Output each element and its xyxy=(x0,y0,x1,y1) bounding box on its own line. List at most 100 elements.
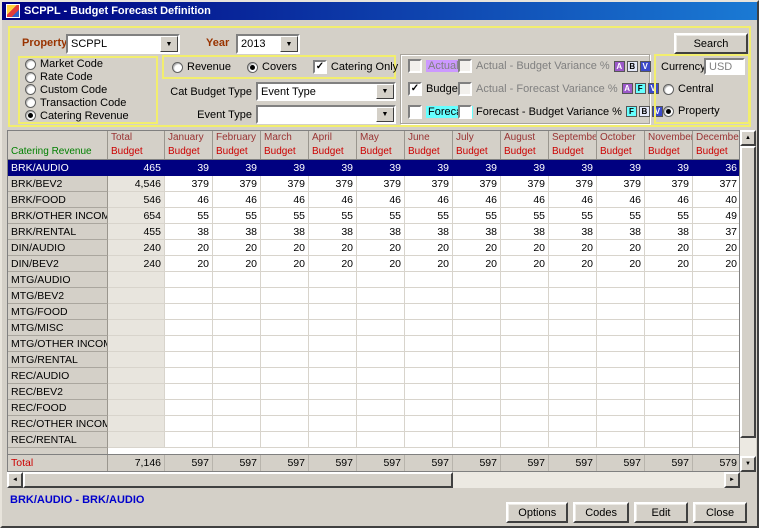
grid-cell[interactable]: 46 xyxy=(165,192,213,208)
grid-cell[interactable] xyxy=(405,304,453,320)
grid-row-mtg-food[interactable]: MTG/FOOD xyxy=(8,304,739,320)
grid-cell[interactable] xyxy=(357,304,405,320)
grid-cell[interactable] xyxy=(108,336,165,352)
row-header-mtg-rental[interactable]: MTG/RENTAL xyxy=(8,352,108,368)
row-header-rec-rental[interactable]: REC/RENTAL xyxy=(8,432,108,448)
grid-cell[interactable] xyxy=(165,416,213,432)
property-combo[interactable]: SCPPL ▼ xyxy=(66,34,180,54)
grid-row-mtg-other-income[interactable]: MTG/OTHER INCOME xyxy=(8,336,739,352)
grid-cell[interactable] xyxy=(261,336,309,352)
grid-cell[interactable]: 55 xyxy=(453,208,501,224)
grid-cell[interactable] xyxy=(501,272,549,288)
scroll-down-icon[interactable]: ▼ xyxy=(740,456,756,472)
grid-cell[interactable] xyxy=(549,336,597,352)
grid-cell[interactable]: 20 xyxy=(693,240,740,256)
grid-cell[interactable]: 39 xyxy=(261,160,309,176)
grid-cell[interactable] xyxy=(213,432,261,448)
row-header-din-audio[interactable]: DIN/AUDIO xyxy=(8,240,108,256)
series-budget-checkbox[interactable]: ✓ xyxy=(408,82,422,96)
scroll-up-icon[interactable]: ▲ xyxy=(740,130,756,146)
grid-cell[interactable]: 46 xyxy=(549,192,597,208)
grid-cell[interactable]: 46 xyxy=(213,192,261,208)
grid-cell[interactable]: 46 xyxy=(261,192,309,208)
grid-cell[interactable] xyxy=(453,304,501,320)
grid-cell[interactable] xyxy=(549,320,597,336)
grid-cell[interactable] xyxy=(357,272,405,288)
scope-radio-central-radio[interactable] xyxy=(663,84,674,95)
grid-cell[interactable] xyxy=(405,352,453,368)
grid-cell[interactable]: 39 xyxy=(453,160,501,176)
titlebar[interactable]: SCPPL - Budget Forecast Definition xyxy=(2,2,757,20)
grid-cell[interactable] xyxy=(453,336,501,352)
grid-cell[interactable]: 55 xyxy=(357,208,405,224)
property-dropdown-icon[interactable]: ▼ xyxy=(160,36,178,52)
grid-cell[interactable] xyxy=(453,368,501,384)
grid-cell[interactable] xyxy=(549,352,597,368)
code-radio-market-code[interactable]: Market Code xyxy=(25,58,151,70)
grid-cell[interactable] xyxy=(693,320,740,336)
vertical-scrollbar[interactable]: ▲ ▼ xyxy=(740,130,756,472)
grid-cell[interactable]: 240 xyxy=(108,256,165,272)
grid-cell[interactable] xyxy=(597,352,645,368)
grid-cell[interactable]: 46 xyxy=(405,192,453,208)
row-header-rec-other-income[interactable]: REC/OTHER INCOME xyxy=(8,416,108,432)
grid-cell[interactable]: 55 xyxy=(261,208,309,224)
grid-cell[interactable]: 546 xyxy=(108,192,165,208)
row-header-mtg-bev2[interactable]: MTG/BEV2 xyxy=(8,288,108,304)
grid-cell[interactable] xyxy=(261,368,309,384)
grid-cell[interactable] xyxy=(693,336,740,352)
grid-row-rec-audio[interactable]: REC/AUDIO xyxy=(8,368,739,384)
grid-cell[interactable] xyxy=(597,400,645,416)
grid-row-mtg-audio[interactable]: MTG/AUDIO xyxy=(8,272,739,288)
grid-cell[interactable] xyxy=(261,384,309,400)
grid-cell[interactable] xyxy=(693,384,740,400)
grid-cell[interactable] xyxy=(309,304,357,320)
grid-cell[interactable] xyxy=(645,432,693,448)
code-radio-catering-revenue[interactable]: Catering Revenue xyxy=(25,110,151,122)
row-header-brk-rental[interactable]: BRK/RENTAL xyxy=(8,224,108,240)
grid-cell[interactable]: 20 xyxy=(549,256,597,272)
grid-cell[interactable] xyxy=(357,432,405,448)
grid-cell[interactable]: 20 xyxy=(453,240,501,256)
options-button[interactable]: Options xyxy=(506,502,568,523)
grid-cell[interactable] xyxy=(453,272,501,288)
grid-cell[interactable] xyxy=(645,400,693,416)
grid-cell[interactable]: 46 xyxy=(501,192,549,208)
grid-cell[interactable]: 55 xyxy=(405,208,453,224)
grid-cell[interactable]: 39 xyxy=(645,160,693,176)
grid-cell[interactable] xyxy=(501,416,549,432)
cat-budget-type-combo[interactable]: Event Type ▼ xyxy=(256,82,396,101)
grid-cell[interactable] xyxy=(309,288,357,304)
grid-cell[interactable]: 38 xyxy=(357,224,405,240)
grid-cell[interactable] xyxy=(357,400,405,416)
grid-cell[interactable]: 20 xyxy=(261,240,309,256)
grid-row-rec-other-income[interactable]: REC/OTHER INCOME xyxy=(8,416,739,432)
grid-cell[interactable] xyxy=(453,352,501,368)
grid-cell[interactable] xyxy=(309,368,357,384)
grid-cell[interactable]: 39 xyxy=(213,160,261,176)
grid-cell[interactable] xyxy=(549,432,597,448)
grid-cell[interactable]: 20 xyxy=(645,240,693,256)
grid-cell[interactable] xyxy=(501,304,549,320)
grid-cell[interactable]: 465 xyxy=(108,160,165,176)
grid-cell[interactable] xyxy=(213,320,261,336)
view-radio-covers-radio[interactable] xyxy=(247,62,258,73)
grid-cell[interactable]: 39 xyxy=(501,160,549,176)
view-radio-covers[interactable]: Covers xyxy=(247,61,297,73)
row-header-mtg-audio[interactable]: MTG/AUDIO xyxy=(8,272,108,288)
grid-row-rec-rental[interactable]: REC/RENTAL xyxy=(8,432,739,448)
grid-cell[interactable] xyxy=(261,304,309,320)
vertical-scroll-thumb[interactable] xyxy=(740,146,756,438)
grid-cell[interactable]: 20 xyxy=(597,240,645,256)
grid-cell[interactable]: 379 xyxy=(453,176,501,192)
grid-cell[interactable] xyxy=(405,432,453,448)
grid-cell[interactable] xyxy=(261,352,309,368)
grid-cell[interactable] xyxy=(645,416,693,432)
grid-cell[interactable]: 379 xyxy=(165,176,213,192)
grid-cell[interactable] xyxy=(549,368,597,384)
grid-cell[interactable] xyxy=(549,416,597,432)
code-radio-custom-code[interactable]: Custom Code xyxy=(25,84,151,96)
grid-cell[interactable]: 20 xyxy=(549,240,597,256)
grid-cell[interactable]: 46 xyxy=(453,192,501,208)
grid-cell[interactable] xyxy=(309,416,357,432)
